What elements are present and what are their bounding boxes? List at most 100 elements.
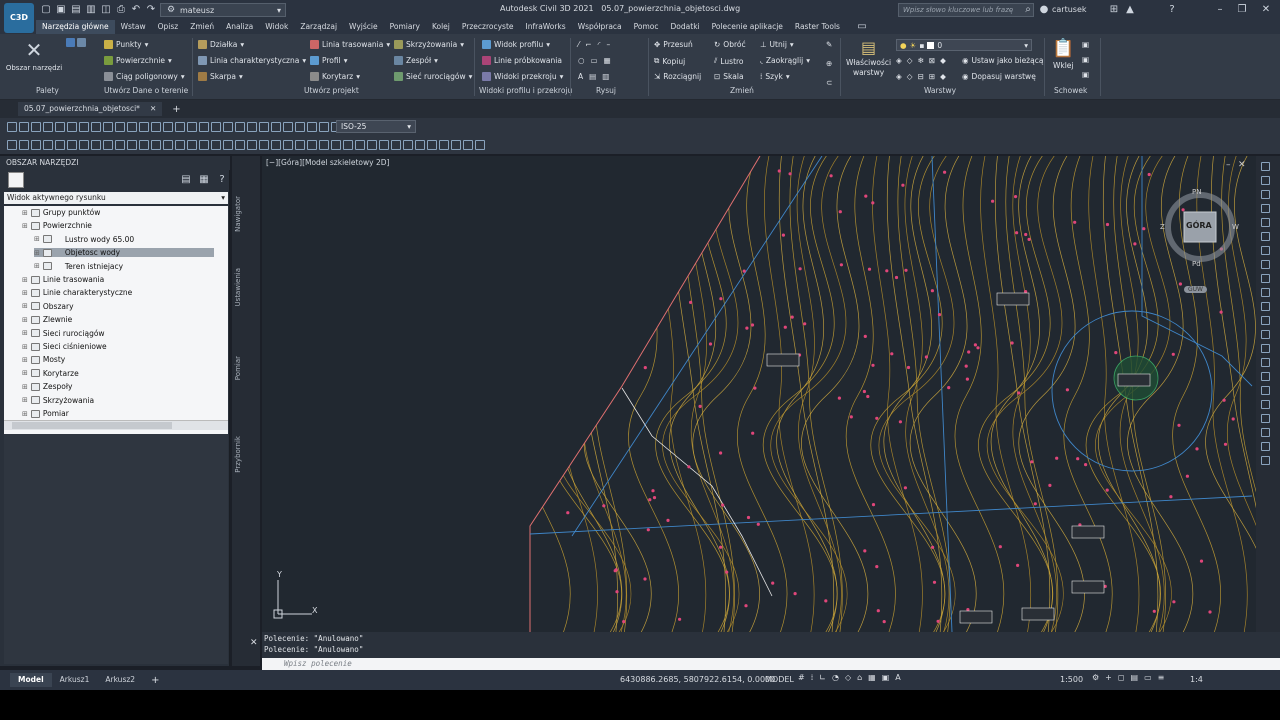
toolbar-icon[interactable] [43,122,53,132]
survey-point[interactable] [1015,231,1019,235]
viewport-close-icon[interactable]: ✕ [1238,160,1246,170]
block-icon[interactable]: ▥ [602,72,609,81]
expand-icon[interactable]: ⊞ [22,302,28,310]
ribbon-tab[interactable]: Pomiary [384,20,426,34]
toolbar-icon[interactable] [463,140,473,150]
expand-icon[interactable]: ⊞ [22,369,28,377]
toolbar-icon[interactable] [355,140,365,150]
dimstyle-select[interactable]: ISO-25 ▾ [336,120,416,133]
traverse-button[interactable]: Ciąg poligonowy ▾ [104,72,185,81]
survey-point[interactable] [1223,442,1228,446]
survey-point[interactable] [1105,222,1110,227]
layer-del-icon[interactable]: ◆ [940,72,946,81]
toolbar-icon[interactable] [271,140,281,150]
survey-point[interactable] [1024,232,1028,237]
toolbar-icon[interactable] [379,140,389,150]
tree-item[interactable]: ⊞ Teren istniejacy [34,262,123,271]
toolbar-icon[interactable] [175,122,185,132]
survey-point[interactable] [651,489,655,493]
survey-point[interactable] [698,404,702,408]
profile-button[interactable]: Profil ▾ [310,56,347,65]
toolbar-icon[interactable] [127,122,137,132]
ribbon-tab[interactable]: Kolej [426,20,456,34]
survey-point[interactable] [1027,237,1031,241]
palette-side-tab[interactable]: Pomiar [234,356,242,380]
panel-title-ground[interactable]: Utwórz Dane o terenie [104,86,188,95]
expand-icon[interactable]: ⊞ [22,383,28,391]
anno-scale-2[interactable]: 1:4 [1190,675,1203,684]
toolbar-icon[interactable] [247,140,257,150]
toolbar-icon[interactable] [139,140,149,150]
nav-tool-icon[interactable] [1261,274,1270,283]
survey-point[interactable] [863,334,867,338]
tree-scrollbar[interactable] [4,420,228,430]
nav-tool-icon[interactable] [1261,176,1270,185]
snap-icon[interactable]: ⁞ [811,673,814,682]
toolbar-icon[interactable] [67,122,77,132]
nav-tool-icon[interactable] [1261,162,1270,171]
nav-tool-icon[interactable] [1261,428,1270,437]
explode-icon[interactable]: ⊕ [826,59,832,68]
clean-screen-icon[interactable]: ▭ [1144,673,1152,682]
save-icon[interactable]: ▤ [70,4,82,16]
survey-point[interactable] [1030,460,1034,464]
print-icon[interactable]: ⎙ [115,4,127,16]
polyline-icon[interactable]: ⌐ [585,40,591,49]
tree-item[interactable]: ⊞ Objetosc wody [34,248,214,258]
expand-icon[interactable]: ⊞ [34,235,40,243]
layer-copy-icon[interactable]: ⊟ [918,72,924,81]
label-box[interactable] [996,292,1030,306]
toolbar-icon[interactable] [115,122,125,132]
survey-point[interactable] [1010,341,1014,345]
toolbar-icon[interactable] [31,122,41,132]
toolbar-icon[interactable] [259,140,269,150]
tree-item[interactable]: ⊞ Skrzyżowania [22,396,94,405]
help-icon[interactable]: ? [1166,4,1178,16]
settings-icon[interactable] [77,38,86,47]
ribbon-tab[interactable]: Dodatki [665,20,706,34]
survey-point[interactable] [689,300,693,304]
tree-item[interactable]: ⊞ Mosty [22,355,65,364]
line-icon[interactable]: ⁄ [578,40,579,49]
toolbar-icon[interactable] [151,122,161,132]
survey-point[interactable] [1114,351,1118,355]
nav-tool-icon[interactable] [1261,372,1270,381]
survey-point[interactable] [643,366,647,370]
table-icon[interactable]: ▤ [589,72,596,81]
survey-point[interactable] [1231,417,1235,421]
prospector-tab-icon[interactable] [8,172,24,188]
viewcube[interactable]: GÓRA PN Pd W Z GUW [1160,188,1240,293]
cut-icon[interactable]: ▣ [1082,40,1089,49]
palette-side-tab[interactable]: Przybornik [234,436,242,473]
scale-button[interactable]: ⊡ Skala [714,72,744,81]
toolbar-icon[interactable] [19,140,29,150]
survey-point[interactable] [1185,474,1189,478]
survey-point[interactable] [777,169,781,173]
tree-item[interactable]: ⊞ Korytarze [22,369,79,378]
open-icon[interactable]: ▣ [55,4,67,16]
undo-icon[interactable]: ↶ [130,4,142,16]
ribbon-tab[interactable]: Pomoc [628,20,665,34]
survey-point[interactable] [937,313,942,317]
assembly-button[interactable]: Zespół ▾ [394,56,438,65]
survey-point[interactable] [867,267,872,271]
survey-point[interactable] [719,545,723,549]
new-tab-icon[interactable]: + [172,104,180,115]
survey-point[interactable] [901,183,905,187]
layer-lock-icon[interactable]: ⊠ [929,56,935,65]
hatch-icon[interactable]: ▦ [604,56,611,65]
layout-tab[interactable]: Arkusz2 [97,673,143,687]
toolbar-icon[interactable] [115,140,125,150]
ribbon-tab[interactable]: Wstaw [115,20,152,34]
survey-point[interactable] [719,451,723,455]
model-space-button[interactable]: MODEL [765,675,794,684]
nav-tool-icon[interactable] [1261,442,1270,451]
toolbar-icon[interactable] [259,122,269,132]
ortho-icon[interactable]: ∟ [819,673,826,682]
toolbar-icon[interactable] [319,122,329,132]
survey-point[interactable] [1147,172,1151,177]
rotate-button[interactable]: ↻ Obróć [714,40,746,49]
tree-item[interactable]: ⊞ Sieci ciśnieniowe [22,342,107,351]
toolbar-icon[interactable] [403,140,413,150]
expand-icon[interactable]: ⊞ [22,222,28,230]
